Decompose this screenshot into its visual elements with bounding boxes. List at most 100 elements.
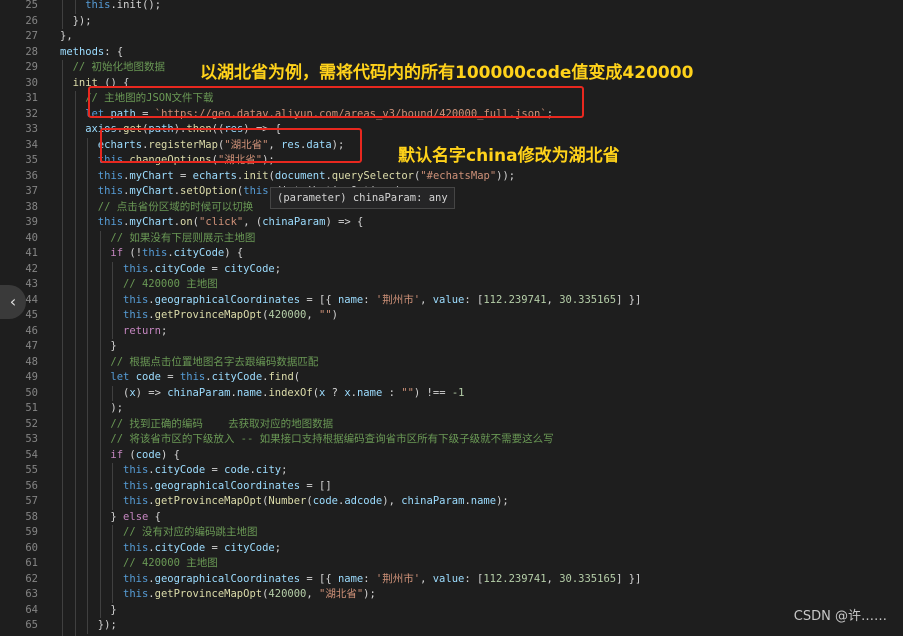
code-line[interactable]: 43// 420000 主地图 [0,277,903,293]
indent-guide [99,540,101,556]
indent-guide [87,478,89,494]
line-number: 49 [25,371,38,383]
line-number: 54 [25,448,38,461]
code-editor[interactable]: 25 this.init(); 26}); 27}, 28 methods: {29// … [0,0,903,636]
line-number: 27 [25,30,38,42]
code-token: '荆州市' [375,293,421,306]
code-line[interactable]: 55 this.cityCode = code.city; [0,463,903,479]
code-token: ] }] [616,293,642,306]
code-token: this [123,495,149,507]
code-text: // 420000 主地图 [123,277,218,293]
code-token: cityCode [173,247,225,259]
indent-guide [62,215,63,231]
code-line[interactable]: 61 // 420000 主地图 [0,556,903,572]
line-number: 36 [25,169,38,182]
code-line[interactable]: 26}); [0,13,903,29]
code-token: : [382,386,402,399]
code-token: code [224,464,250,476]
code-token: ) => [135,386,168,399]
indent-guide [99,370,101,386]
code-text: // 如果没有下层则展示主地图 [110,231,255,247]
code-token: , [420,572,433,585]
indent-guide [87,215,89,231]
code-text: // 没有对应的编码跳主地图 [123,525,257,541]
code-line[interactable]: 58} else { [0,509,903,525]
code-token: ) => { [325,216,364,228]
indent-guide [62,168,63,184]
code-token: ; [281,464,288,476]
code-token: if [110,448,124,461]
indent-guide [87,385,89,401]
indent-guide [62,277,63,293]
code-text: this.getProvinceMapOpt(420000, "湖北省"); [123,587,376,603]
code-line[interactable]: 25 this.init(); [0,0,903,14]
code-token: ; [274,541,282,554]
code-line[interactable]: 59 // 没有对应的编码跳主地图 [0,525,903,541]
code-text: }, [60,29,73,45]
code-token: ; [160,324,168,337]
code-line[interactable]: 39 this.myChart.on("click", (chinaParam) … [0,215,903,231]
code-token: ; [274,262,282,275]
code-line[interactable]: 45 this.getProvinceMapOpt(420000, "") [0,308,903,324]
indent-guide [99,509,101,525]
indent-guide [99,416,101,432]
code-text: ); [110,401,123,417]
code-line[interactable]: 57 this.getProvinceMapOpt(Number(code.adc… [0,494,903,510]
indent-guide [87,556,89,572]
indent-guide [87,401,89,417]
code-line[interactable]: 47} [0,339,903,355]
indent-guide [99,354,101,370]
indent-guide [112,494,114,510]
code-line[interactable]: 50 (x) => chinaParam.name.indexOf(x ? x.n… [0,385,903,402]
code-line[interactable]: 62 this.geographicalCoordinates = [{ name… [0,571,903,587]
code-line[interactable]: 41 if (!this.cityCode) { [0,246,903,262]
code-text: } [110,603,116,619]
line-number: 39 [25,216,38,228]
indent-guide [74,137,76,153]
code-line[interactable]: 52 // 找到正确的编码 去获取对应的地图数据 [0,416,903,432]
code-line[interactable]: 63 this.getProvinceMapOpt(420000, "湖北省"); [0,587,903,603]
code-line[interactable]: 48 // 根据点击位置地图名字去跟编码数据匹配 [0,354,903,370]
indent-guide [74,385,76,401]
code-line[interactable]: 40 // 如果没有下层则展示主地图 [0,230,903,247]
code-line[interactable]: 51); [0,401,903,417]
indent-guide [74,246,76,262]
indent-guide [62,370,63,386]
code-line[interactable]: 27}, [0,29,903,45]
code-line[interactable]: 36 this.myChart = echarts.init(document.q… [0,168,903,184]
indent-guide [62,230,63,246]
code-token: ( [293,371,301,383]
code-text: (x) => chinaParam.name.indexOf(x ? x.nam… [123,386,465,402]
indent-guide [99,556,101,572]
code-line[interactable]: 54 if (code) { [0,447,903,463]
code-token: cityCode [154,464,206,476]
line-number: 41 [25,247,38,259]
indent-guide [87,184,89,200]
line-number: 47 [25,340,38,352]
code-token: // 没有对应的编码跳主地图 [123,526,258,538]
code-token: adcode [344,495,383,507]
code-line[interactable]: 44 this.geographicalCoordinates = [{ name… [0,292,903,308]
code-token: myChart [129,216,174,228]
indent-guide [87,602,89,618]
indent-guide [62,184,63,200]
code-line[interactable]: 56 this.geographicalCoordinates = [] [0,478,903,494]
code-token: find [268,371,294,383]
code-token: name [236,386,263,399]
indent-guide [74,91,76,107]
code-token: name [356,386,383,399]
code-token: myChart [129,169,174,182]
code-line[interactable]: 46 return; [0,323,903,339]
code-line[interactable]: 64} [0,602,903,619]
code-line[interactable]: 53 // 将该省市区的下级放入 -- 如果接口支持根据编码查询省市区所有下级子级… [0,432,903,448]
code-line[interactable]: 65}); [0,618,903,634]
indent-guide [99,323,101,339]
code-line[interactable]: 42 this.cityCode = cityCode; [0,261,903,277]
code-token: name [337,572,364,585]
indent-guide [112,556,114,572]
code-text: methods: { [60,45,123,61]
code-line[interactable]: 49 let code = this.cityCode.find( [0,370,903,386]
code-line[interactable]: 60 this.cityCode = cityCode; [0,540,903,556]
line-number: 60 [25,541,38,554]
indent-guide [87,153,89,169]
